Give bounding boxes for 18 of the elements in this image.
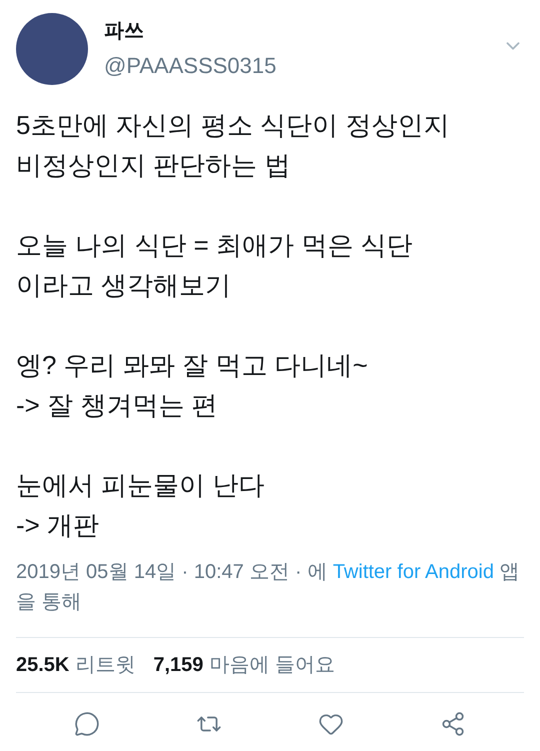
tweet-text-line: 오늘 나의 식단 = 최애가 먹은 식단: [16, 229, 414, 262]
tweet-text-line: 엥? 우리 뫄뫄 잘 먹고 다니네~: [16, 349, 369, 382]
tweet-text-line: 5초만에 자신의 평소 식단이 정상인지: [16, 109, 450, 142]
stat-count: 7,159: [153, 653, 204, 678]
stat-label: 리트윗: [75, 653, 136, 678]
stat-label: 마음에 들어요: [209, 653, 335, 678]
author-name: 파쓰: [104, 19, 145, 44]
tweet-text-line: 이라고 생각해보기: [16, 269, 232, 302]
reply-icon[interactable]: [74, 711, 100, 737]
source-link[interactable]: Twitter for Android: [332, 561, 494, 583]
tweet-timestamp: 2019년 05월 14일 · 10:47 오전 · 에 Twitter for Android 앱을 통해: [16, 560, 521, 615]
tweet-text-line: -> 개판: [16, 509, 100, 542]
stat-count: 25.5K: [16, 653, 70, 678]
share-icon[interactable]: [440, 711, 466, 737]
tweet-text-line: -> 잘 챙겨먹는 편: [16, 389, 219, 422]
author-handle: @PAAASSS0315: [104, 52, 278, 80]
tweet-text-line: 눈에서 피눈물이 난다: [16, 469, 266, 502]
tweet-text-line: 비정상인지 판단하는 법: [16, 149, 292, 182]
